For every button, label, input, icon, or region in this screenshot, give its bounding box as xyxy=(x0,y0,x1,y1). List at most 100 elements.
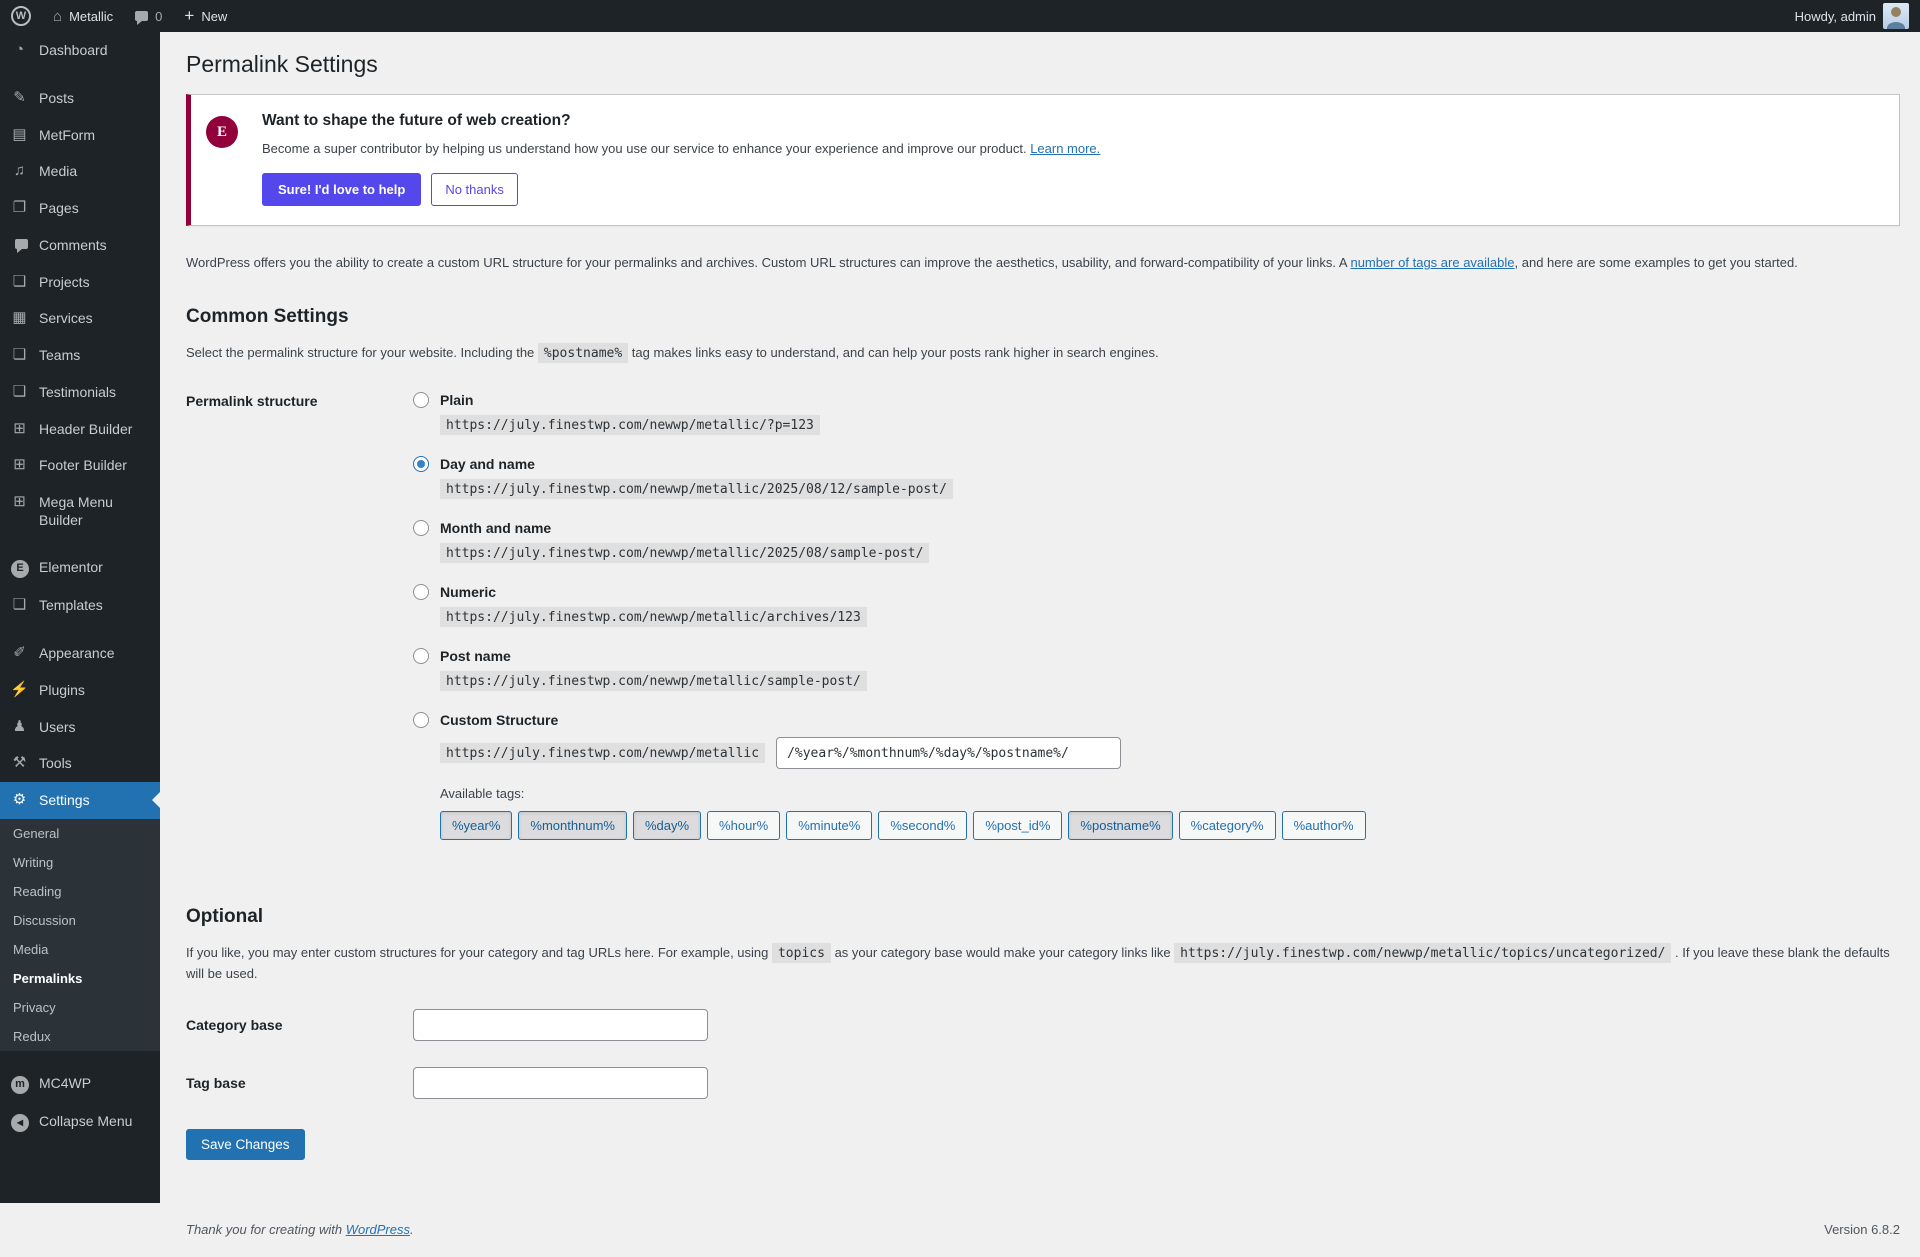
tag-button-post-id[interactable]: %post_id% xyxy=(973,811,1062,840)
tag-button-second[interactable]: %second% xyxy=(878,811,967,840)
sidebar-item-mc4wp[interactable]: mMC4WP xyxy=(0,1065,160,1103)
page-title: Permalink Settings xyxy=(183,32,1900,78)
sidebar-item-posts[interactable]: ✎Posts xyxy=(0,80,160,117)
sidebar-item-label: Settings xyxy=(39,791,90,809)
submenu-item-discussion[interactable]: Discussion xyxy=(0,906,160,935)
wordpress-link[interactable]: WordPress xyxy=(346,1222,410,1237)
site-name-menu[interactable]: ⌂ Metallic xyxy=(42,0,124,32)
learn-more-link[interactable]: Learn more. xyxy=(1030,141,1100,156)
common-desc-pre: Select the permalink structure for your … xyxy=(186,345,538,360)
postname-code: %postname% xyxy=(538,343,628,363)
avatar xyxy=(1883,3,1909,29)
tag-button-minute[interactable]: %minute% xyxy=(786,811,872,840)
sidebar-item-plugins[interactable]: ⚡Plugins xyxy=(0,672,160,709)
sidebar-item-label: Footer Builder xyxy=(39,456,127,474)
account-menu[interactable]: Howdy, admin xyxy=(1784,0,1920,32)
radio-button[interactable] xyxy=(413,648,429,664)
sidebar-item-mega-menu-builder[interactable]: ⊞Mega Menu Builder xyxy=(0,484,160,538)
sidebar-item-users[interactable]: ♟Users xyxy=(0,709,160,746)
permalink-option-label: Post name xyxy=(440,648,511,664)
sidebar-item-elementor[interactable]: E Elementor xyxy=(0,549,160,587)
submenu-item-media[interactable]: Media xyxy=(0,935,160,964)
sidebar-item-header-builder[interactable]: ⊞Header Builder xyxy=(0,411,160,448)
tag-base-label: Tag base xyxy=(186,1075,413,1091)
notice-accept-button[interactable]: Sure! I'd love to help xyxy=(262,173,421,206)
sidebar-item-label: Elementor xyxy=(39,558,103,576)
optional-description: If you like, you may enter custom struct… xyxy=(186,943,1900,983)
new-content-menu[interactable]: + New xyxy=(173,0,238,32)
permalink-option-head[interactable]: Post name xyxy=(413,648,1366,664)
radio-button[interactable] xyxy=(413,584,429,600)
radio-button[interactable] xyxy=(413,392,429,408)
sidebar-item-label: Comments xyxy=(39,236,107,254)
sidebar-item-templates[interactable]: ❏Templates xyxy=(0,587,160,624)
sidebar-item-metform[interactable]: ▤MetForm xyxy=(0,117,160,154)
sidebar-item-projects[interactable]: ❏Projects xyxy=(0,264,160,301)
permalink-example-url: https://july.finestwp.com/newwp/metallic… xyxy=(440,479,953,499)
sidebar-item-comments[interactable]: Comments xyxy=(0,227,160,264)
submenu-item-redux[interactable]: Redux xyxy=(0,1022,160,1051)
services-basket-icon: ▦ xyxy=(9,309,30,328)
tag-button-day[interactable]: %day% xyxy=(633,811,701,840)
permalink-option-head[interactable]: Day and name xyxy=(413,456,1366,472)
tags-available-link[interactable]: number of tags are available xyxy=(1350,255,1514,270)
howdy-label: Howdy, admin xyxy=(1795,9,1876,24)
admin-bar: W ⌂ Metallic 0 + New Howdy, admin xyxy=(0,0,1920,32)
sidebar-item-teams[interactable]: ❏Teams xyxy=(0,337,160,374)
save-changes-button[interactable]: Save Changes xyxy=(186,1129,305,1160)
sidebar-item-testimonials[interactable]: ❏Testimonials xyxy=(0,374,160,411)
plus-icon: + xyxy=(184,7,194,24)
tag-button-category[interactable]: %category% xyxy=(1179,811,1276,840)
sidebar-item-settings[interactable]: ⚙Settings xyxy=(0,782,160,819)
sidebar-item-collapse-menu[interactable]: ◀ Collapse Menu xyxy=(0,1103,160,1141)
category-base-input[interactable] xyxy=(413,1009,708,1041)
custom-structure-input[interactable] xyxy=(776,737,1121,769)
permalink-option-post-name: Post name https://july.finestwp.com/newwp… xyxy=(413,648,1366,689)
permalink-option-head[interactable]: Month and name xyxy=(413,520,1366,536)
admin-menu: ◔Dashboard ✎Posts▤MetForm♫Media❐Pages Comm… xyxy=(0,32,160,1141)
tag-button-monthnum[interactable]: %monthnum% xyxy=(518,811,627,840)
tag-button-hour[interactable]: %hour% xyxy=(707,811,780,840)
sidebar-item-dashboard[interactable]: ◔Dashboard xyxy=(0,32,160,69)
sidebar-item-media[interactable]: ♫Media xyxy=(0,153,160,190)
header-builder-icon: ⊞ xyxy=(9,420,30,439)
page-footer: Thank you for creating with WordPress. V… xyxy=(186,1222,1900,1257)
elementor-icon: E xyxy=(11,560,29,578)
category-base-row: Category base xyxy=(186,1009,1900,1041)
tag-button-postname[interactable]: %postname% xyxy=(1068,811,1172,840)
sidebar-item-footer-builder[interactable]: ⊞ Footer Builder xyxy=(0,447,160,484)
permalink-option-head[interactable]: Numeric xyxy=(413,584,1366,600)
submenu-item-privacy[interactable]: Privacy xyxy=(0,993,160,1022)
sidebar-item-label: Collapse Menu xyxy=(39,1112,132,1130)
permalink-option-head[interactable]: Custom Structure xyxy=(413,712,1366,728)
sidebar-item-label: Templates xyxy=(39,596,103,614)
tag-base-input[interactable] xyxy=(413,1067,708,1099)
sidebar-item-tools[interactable]: ⚒Tools xyxy=(0,745,160,782)
wordpress-menu[interactable]: W xyxy=(0,0,42,32)
comments-bubble-icon xyxy=(15,239,28,249)
radio-button[interactable] xyxy=(413,712,429,728)
sidebar-item-appearance[interactable]: ✐Appearance xyxy=(0,635,160,672)
submenu-item-permalinks[interactable]: Permalinks xyxy=(0,964,160,993)
permalink-option-head[interactable]: Plain xyxy=(413,392,1366,408)
sidebar-item-label: Projects xyxy=(39,273,90,291)
radio-button[interactable] xyxy=(413,456,429,472)
tag-button-author[interactable]: %author% xyxy=(1282,811,1366,840)
collapse-arrow-icon: ◀ xyxy=(9,1112,30,1132)
metform-form-icon: ▤ xyxy=(9,126,30,145)
submenu-item-reading[interactable]: Reading xyxy=(0,877,160,906)
submenu-item-writing[interactable]: Writing xyxy=(0,848,160,877)
sidebar-item-pages[interactable]: ❐Pages xyxy=(0,190,160,227)
comments-shortcut[interactable]: 0 xyxy=(124,0,173,32)
radio-button[interactable] xyxy=(413,520,429,536)
footer-builder-icon: ⊞ xyxy=(9,456,30,475)
sidebar-item-label: Appearance xyxy=(39,644,115,662)
permalink-example-url: https://july.finestwp.com/newwp/metallic… xyxy=(440,671,867,691)
notice-decline-button[interactable]: No thanks xyxy=(431,173,518,206)
sidebar-item-services[interactable]: ▦Services xyxy=(0,300,160,337)
submenu-item-general[interactable]: General xyxy=(0,819,160,848)
dashboard-icon: ◔ xyxy=(9,41,30,60)
footer-thanks-suffix: . xyxy=(410,1222,414,1237)
optional-section: Optional If you like, you may enter cust… xyxy=(183,906,1900,1160)
tag-button-year[interactable]: %year% xyxy=(440,811,512,840)
